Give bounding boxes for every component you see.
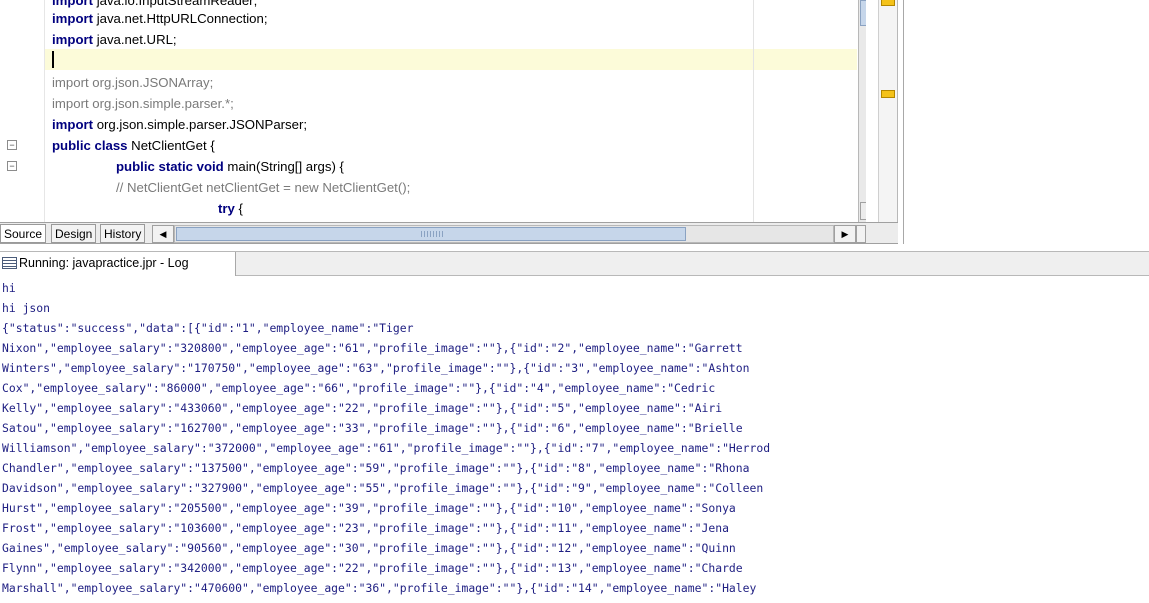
log-line: Winters","employee_salary":"170750","emp…: [2, 361, 750, 375]
editor-gutter: − −: [0, 0, 45, 222]
log-line: hi: [2, 281, 16, 295]
log-line: Hurst","employee_salary":"205500","emplo…: [2, 501, 736, 515]
tab-log[interactable]: Running: javapractice.jpr - Log: [0, 252, 236, 276]
code-line: public class NetClientGet {: [52, 138, 215, 153]
log-line: Chandler","employee_salary":"137500","em…: [2, 461, 750, 475]
scrollbar-end-cap: [856, 225, 866, 243]
log-line: Flynn","employee_salary":"342000","emplo…: [2, 561, 743, 575]
fold-toggle-class-icon[interactable]: −: [7, 140, 17, 150]
code-line: import java.net.HttpURLConnection;: [52, 11, 268, 26]
fold-toggle-method-icon[interactable]: −: [7, 161, 17, 171]
warning-marker[interactable]: [881, 90, 895, 98]
editor-vertical-scrollbar[interactable]: ▼: [858, 0, 866, 222]
log-output[interactable]: hi hi json {"status":"success","data":[{…: [0, 278, 1149, 603]
log-line: Gaines","employee_salary":"90560","emplo…: [2, 541, 736, 555]
code-line: import java.net.URL;: [52, 32, 177, 47]
code-line: import org.json.JSONArray;: [52, 75, 214, 90]
code-line: import org.json.simple.parser.JSONParser…: [52, 117, 308, 132]
scroll-left-arrow-icon[interactable]: ◀: [152, 225, 174, 243]
tab-source[interactable]: Source: [0, 224, 47, 243]
editor-view-tabbar: Source Design History ◀ ▶: [0, 222, 898, 244]
code-comment-line: // NetClientGet netClientGet = new NetCl…: [116, 180, 411, 195]
scroll-down-arrow-icon[interactable]: ▼: [860, 202, 866, 220]
code-line: import org.json.simple.parser.*;: [52, 96, 234, 111]
right-margin-guide: [753, 0, 754, 222]
error-stripe-ruler[interactable]: [878, 0, 898, 222]
log-line: Satou","employee_salary":"162700","emplo…: [2, 421, 743, 435]
tab-history[interactable]: History: [100, 224, 146, 243]
log-line: {"status":"success","data":[{"id":"1","e…: [2, 321, 414, 335]
tab-design[interactable]: Design: [51, 224, 97, 243]
code-editor[interactable]: − − import java.io.InputStreamReader; im…: [0, 0, 866, 222]
side-panel: [903, 0, 1149, 244]
log-line: Nixon","employee_salary":"320800","emplo…: [2, 341, 743, 355]
scroll-grip-icon: [421, 231, 445, 237]
code-line: try {: [218, 201, 243, 216]
log-tab-label: Running: javapractice.jpr - Log: [19, 256, 189, 270]
log-line: Frost","employee_salary":"103600","emplo…: [2, 521, 729, 535]
log-panel-header: Running: javapractice.jpr - Log: [0, 251, 1149, 276]
log-line: Williamson","employee_salary":"372000","…: [2, 441, 771, 455]
warning-marker[interactable]: [881, 0, 895, 6]
vertical-scroll-thumb[interactable]: [860, 0, 866, 26]
log-window-icon: [2, 256, 17, 269]
current-line-highlight: [45, 49, 857, 70]
log-line: Davidson","employee_salary":"327900","em…: [2, 481, 764, 495]
text-caret: [52, 51, 54, 68]
log-line: Cox","employee_salary":"86000","employee…: [2, 381, 716, 395]
log-line: Marshall","employee_salary":"470600","em…: [2, 581, 757, 595]
log-line: hi json: [2, 301, 51, 315]
editor-horizontal-scrollbar[interactable]: [174, 225, 834, 243]
scroll-right-arrow-icon[interactable]: ▶: [834, 225, 856, 243]
horizontal-scroll-thumb[interactable]: [176, 227, 686, 241]
code-line: public static void main(String[] args) {: [116, 159, 344, 174]
log-line: Kelly","employee_salary":"433060","emplo…: [2, 401, 723, 415]
